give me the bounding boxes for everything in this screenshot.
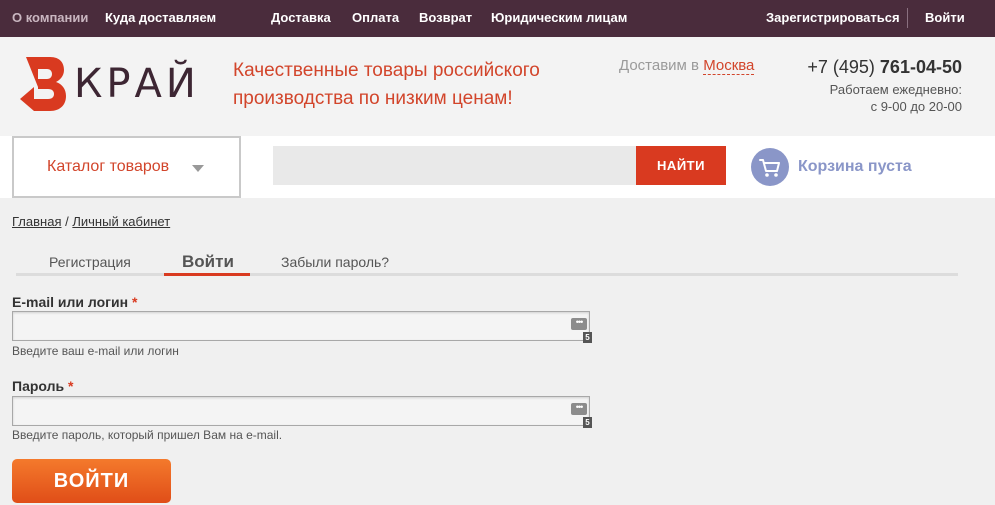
search-button[interactable]: НАЙТИ [636,146,726,185]
breadcrumb-separator: / [65,214,69,229]
auth-tabs: Регистрация Войти Забыли пароль? [16,248,958,276]
phone-prefix: +7 (495) [807,57,875,77]
required-marker: * [68,378,74,394]
working-hours: Работаем ежедневно: с 9-00 до 20-00 [830,81,962,115]
breadcrumb-home[interactable]: Главная [12,214,61,229]
site-header: КРАЙ Качественные товары российского про… [0,37,995,136]
slogan-line-2: производства по низким ценам! [233,88,513,109]
chevron-down-icon [192,165,204,172]
tab-forgot-password[interactable]: Забыли пароль? [281,254,389,270]
tab-login[interactable]: Войти [182,252,234,272]
tab-register[interactable]: Регистрация [49,254,131,270]
slogan-line-1: Качественные товары российского [233,60,540,81]
site-logo[interactable]: КРАЙ [20,57,210,117]
shopping-cart-icon [759,159,780,177]
field-badge: 5 [583,417,592,428]
search-input[interactable] [273,146,636,185]
breadcrumb-current[interactable]: Личный кабинет [72,214,170,229]
catalog-dropdown[interactable]: Каталог товаров [12,136,241,198]
phone-main: 761-04-50 [879,57,962,77]
login-field-label: E-mail или логин * [12,294,137,310]
nav-link-return[interactable]: Возврат [419,10,472,25]
phone-number[interactable]: +7 (495) 761-04-50 [807,57,962,78]
login-link[interactable]: Войти [925,10,965,25]
password-field-label: Пароль * [12,378,73,394]
nav-link-payment[interactable]: Оплата [352,10,399,25]
nav-link-legal-entities[interactable]: Юридическим лицам [491,10,627,25]
password-field: ••• 5 [12,396,592,428]
slogan: Качественные товары российского производ… [233,57,593,113]
hours-line-1: Работаем ежедневно: [829,82,962,97]
login-input[interactable] [13,312,589,340]
login-submit-button[interactable]: ВОЙТИ [12,459,171,503]
password-input[interactable] [13,397,589,425]
login-field: ••• 5 [12,311,592,343]
city-selector[interactable]: Москва [703,57,755,75]
top-navigation-bar: О компании Куда доставляем Доставка Опла… [0,0,995,37]
nav-link-about[interactable]: О компании [12,10,88,25]
topbar-divider [907,8,908,28]
password-manager-icon[interactable]: ••• [571,403,587,415]
catalog-label: Каталог товаров [47,158,170,175]
hours-line-2: с 9-00 до 20-00 [870,99,962,114]
nav-link-delivery-regions[interactable]: Куда доставляем [105,10,216,25]
logo-arrow-icon [20,57,66,111]
required-marker: * [131,294,138,310]
delivery-city: Доставим в Москва [619,57,755,75]
breadcrumb: Главная / Личный кабинет [12,214,170,229]
field-badge: 5 [583,332,592,343]
logo-text: КРАЙ [74,61,200,107]
password-hint: Введите пароль, который пришел Вам на e-… [12,428,283,442]
active-tab-indicator [164,273,250,276]
cart-icon[interactable] [751,148,789,186]
nav-link-delivery[interactable]: Доставка [271,10,331,25]
password-label-text: Пароль [12,378,65,394]
login-hint: Введите ваш e-mail или логин [12,344,179,358]
login-label-text: E-mail или логин [12,294,129,310]
cart-status[interactable]: Корзина пуста [798,158,912,176]
catalog-search-bar: Каталог товаров НАЙТИ Корзина пуста [0,136,995,198]
register-link[interactable]: Зарегистрироваться [766,10,900,25]
delivery-prefix: Доставим в [619,57,700,74]
password-manager-icon[interactable]: ••• [571,318,587,330]
